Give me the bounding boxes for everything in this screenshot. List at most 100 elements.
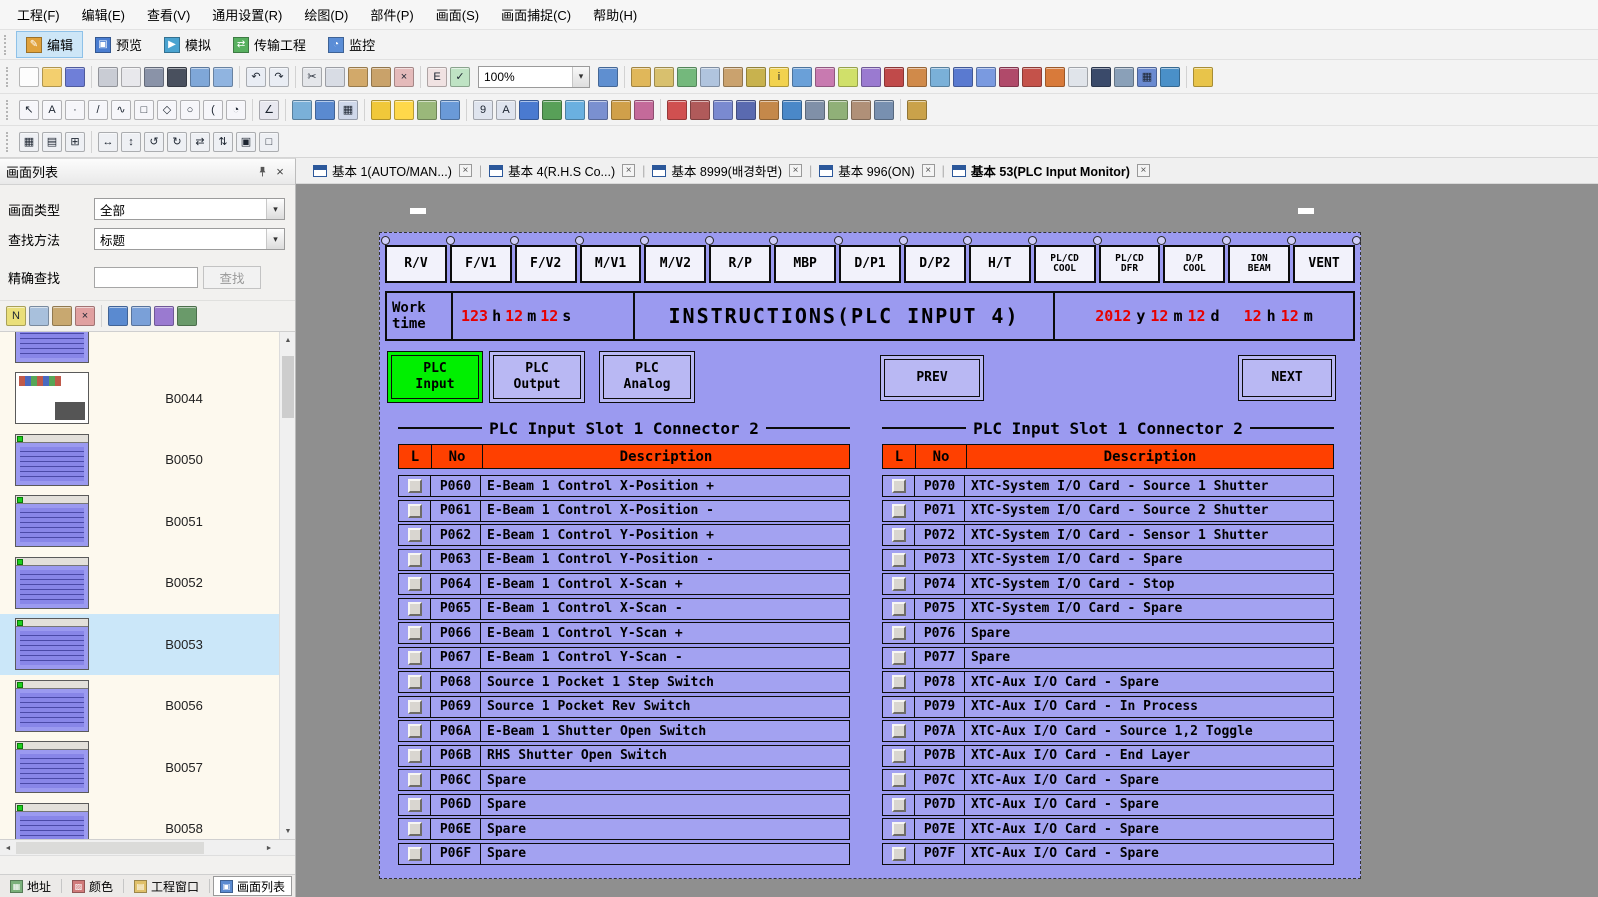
address-edit-icon[interactable] xyxy=(654,67,674,87)
screen-list-vscrollbar[interactable]: ▲ ▼ xyxy=(279,332,295,839)
flip-vertical-icon[interactable]: ⇅ xyxy=(213,132,233,152)
ellipse-tool-icon[interactable]: ○ xyxy=(180,100,200,120)
screen-item-b0053[interactable]: B0053 xyxy=(0,614,279,676)
screen-item-b0056[interactable]: B0056 xyxy=(0,675,279,737)
menu-common-settings[interactable]: 通用设置(R) xyxy=(201,1,293,28)
group-icon[interactable]: ▣ xyxy=(236,132,256,152)
input-lamp[interactable] xyxy=(408,577,422,591)
input-lamp[interactable] xyxy=(892,847,906,861)
screen-item-b0057[interactable]: B0057 xyxy=(0,737,279,799)
input-lamp[interactable] xyxy=(892,602,906,616)
search-method-select[interactable]: 标题 ▾ xyxy=(94,228,285,250)
capture-icon[interactable] xyxy=(167,67,187,87)
search-button[interactable]: 查找 xyxy=(203,266,261,289)
input-lamp[interactable] xyxy=(408,504,422,518)
hmi-button-fv2[interactable]: F/V2 xyxy=(515,245,577,283)
open-folder-icon[interactable] xyxy=(42,67,62,87)
scroll-thumb[interactable] xyxy=(282,356,294,418)
selection-handle-icon[interactable] xyxy=(446,236,455,245)
menu-edit[interactable]: 编辑(E) xyxy=(71,1,136,28)
mute-icon[interactable] xyxy=(884,67,904,87)
selection-handle-icon[interactable] xyxy=(899,236,908,245)
hmi-button-mbp[interactable]: MBP xyxy=(774,245,836,283)
screen-item-b0044[interactable]: B0044 xyxy=(0,368,279,430)
dock-tab-project-window[interactable]: ▤工程窗口 xyxy=(127,876,206,896)
toolbar-grip-icon[interactable] xyxy=(6,67,12,87)
undo-icon[interactable]: ↶ xyxy=(246,67,266,87)
screen-item-partial[interactable] xyxy=(0,332,279,368)
hmi-button-plc-analog[interactable]: PLC Analog xyxy=(599,351,695,403)
selection-handle-icon[interactable] xyxy=(1028,236,1037,245)
input-lamp[interactable] xyxy=(408,773,422,787)
selection-handle-icon[interactable] xyxy=(769,236,778,245)
monitor-config-icon[interactable] xyxy=(1022,67,1042,87)
hmi-button-ion-beam[interactable]: ION BEAM xyxy=(1228,245,1290,283)
copy-icon[interactable] xyxy=(325,67,345,87)
hmi-button-dp1[interactable]: D/P1 xyxy=(839,245,901,283)
menu-draw[interactable]: 绘图(D) xyxy=(293,1,359,28)
video-icon[interactable] xyxy=(1114,67,1134,87)
input-lamp[interactable] xyxy=(892,822,906,836)
error-check-icon[interactable]: E xyxy=(427,67,447,87)
snap-option-icon[interactable]: ⊞ xyxy=(65,132,85,152)
input-lamp[interactable] xyxy=(892,749,906,763)
tab-close-icon[interactable]: × xyxy=(789,164,802,177)
grid-option-icon[interactable]: ▦ xyxy=(19,132,39,152)
hmi-button-plcd-dfr[interactable]: PL/CD DFR xyxy=(1099,245,1161,283)
input-lamp[interactable] xyxy=(408,528,422,542)
id-card-icon[interactable] xyxy=(723,67,743,87)
dot-tool-icon[interactable]: · xyxy=(65,100,85,120)
info-icon[interactable]: i xyxy=(769,67,789,87)
input-lamp[interactable] xyxy=(892,773,906,787)
mode-edit[interactable]: ✎编辑 xyxy=(16,31,83,58)
selection-handle-icon[interactable] xyxy=(510,236,519,245)
input-lamp[interactable] xyxy=(408,847,422,861)
hmi-button-vent[interactable]: VENT xyxy=(1293,245,1355,283)
scroll-thumb[interactable] xyxy=(16,842,204,854)
selection-handle-icon[interactable] xyxy=(1157,236,1166,245)
scatter-graph-icon[interactable] xyxy=(588,100,608,120)
history-part-icon[interactable] xyxy=(736,100,756,120)
image-library-icon[interactable] xyxy=(930,67,950,87)
cut-icon[interactable]: ✂ xyxy=(302,67,322,87)
stamp-tool-icon[interactable] xyxy=(907,100,927,120)
input-lamp[interactable] xyxy=(408,700,422,714)
rect-tool-icon[interactable]: □ xyxy=(134,100,154,120)
multi-screen-icon[interactable] xyxy=(131,306,151,326)
input-lamp[interactable] xyxy=(408,798,422,812)
meter-part-icon[interactable] xyxy=(634,100,654,120)
switch-part-icon[interactable] xyxy=(417,100,437,120)
scroll-left-icon[interactable]: ◄ xyxy=(0,840,16,856)
text-tool-icon[interactable]: A xyxy=(42,100,62,120)
menu-capture[interactable]: 画面捕捉(C) xyxy=(490,1,582,28)
delete-icon[interactable]: × xyxy=(394,67,414,87)
display-screen-icon[interactable] xyxy=(108,306,128,326)
new-screen-icon[interactable]: N xyxy=(6,306,26,326)
exact-search-input[interactable] xyxy=(94,267,198,288)
input-lamp[interactable] xyxy=(408,602,422,616)
dock-tab-address[interactable]: ▦地址 xyxy=(3,876,58,896)
new-file-icon[interactable] xyxy=(19,67,39,87)
input-lamp[interactable] xyxy=(408,749,422,763)
flip-horizontal-icon[interactable]: ⇄ xyxy=(190,132,210,152)
save-icon[interactable] xyxy=(65,67,85,87)
select-tool-icon[interactable]: ↖ xyxy=(19,100,39,120)
screen-item-b0052[interactable]: B0052 xyxy=(0,552,279,614)
script-edit-icon[interactable] xyxy=(976,67,996,87)
hmi-button-rv[interactable]: R/V xyxy=(385,245,447,283)
tab-close-icon[interactable]: × xyxy=(1137,164,1150,177)
page-edit-icon[interactable] xyxy=(1068,67,1088,87)
selection-handle-icon[interactable] xyxy=(1222,236,1231,245)
tab-screen-1[interactable]: 基本 1(AUTO/MAN...)× xyxy=(309,159,476,182)
tab-screen-8999[interactable]: 基本 8999(배경화면)× xyxy=(648,159,806,182)
input-lamp[interactable] xyxy=(408,479,422,493)
data-check-icon[interactable]: ✓ xyxy=(450,67,470,87)
search-project-icon[interactable] xyxy=(1091,67,1111,87)
grid-view-icon[interactable]: ▦ xyxy=(1137,67,1157,87)
sound-icon[interactable] xyxy=(907,67,927,87)
mode-preview[interactable]: ▣预览 xyxy=(85,31,152,58)
menu-help[interactable]: 帮助(H) xyxy=(582,1,648,28)
recipe-part-icon[interactable] xyxy=(759,100,779,120)
window-part-icon[interactable] xyxy=(315,100,335,120)
scroll-down-icon[interactable]: ▼ xyxy=(280,823,295,839)
